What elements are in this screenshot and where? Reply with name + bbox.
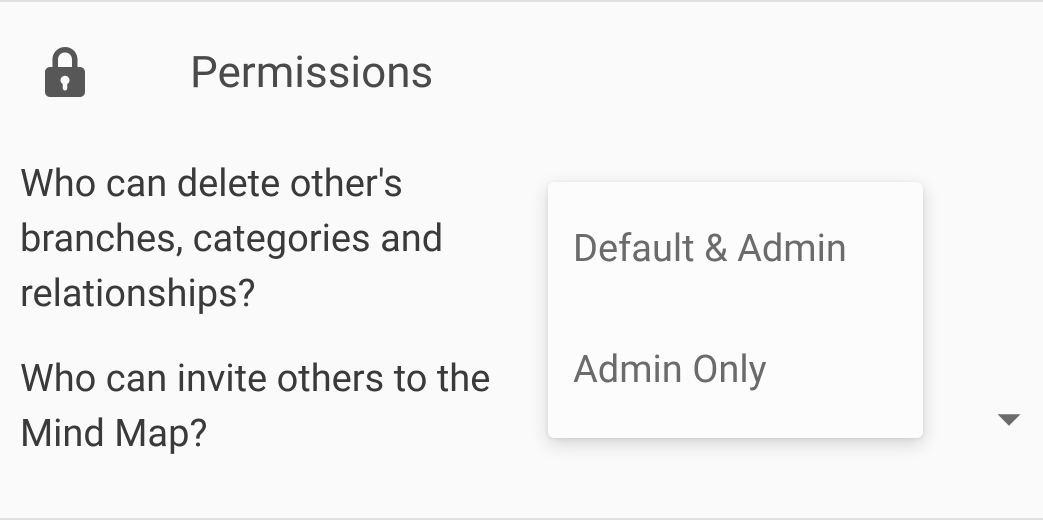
lock-icon [35, 42, 95, 102]
dropdown-option-admin-only[interactable]: Admin Only [573, 348, 898, 394]
dropdown-option-default-admin[interactable]: Default & Admin [573, 227, 898, 273]
permission-label: Who can invite others to the Mind Map? [20, 352, 550, 462]
section-title: Permissions [190, 46, 433, 98]
permissions-panel: Permissions Who can delete other's branc… [0, 0, 1043, 520]
chevron-down-icon[interactable] [995, 412, 1023, 432]
section-header: Permissions [20, 42, 1023, 102]
dropdown-popup[interactable]: Default & Admin Admin Only [548, 182, 923, 438]
permission-label: Who can delete other's branches, categor… [20, 157, 550, 322]
